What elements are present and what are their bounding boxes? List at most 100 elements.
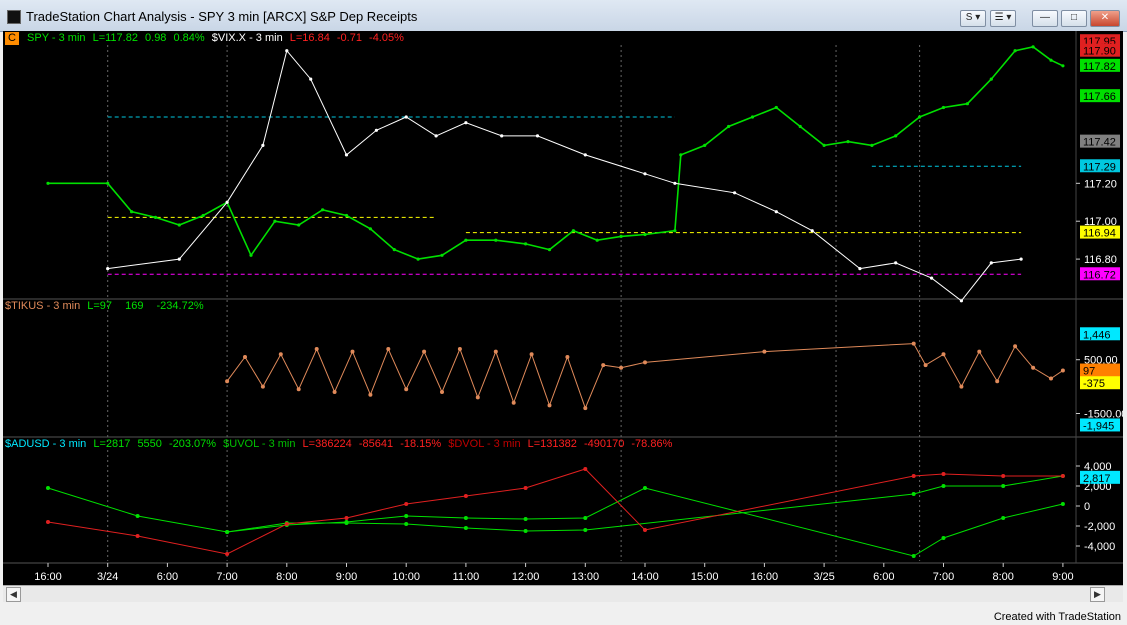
uvol-change: -85641 xyxy=(358,438,394,450)
data-point xyxy=(911,474,916,478)
data-point xyxy=(463,516,468,520)
data-point xyxy=(464,121,468,125)
data-point xyxy=(404,514,409,518)
data-point xyxy=(941,352,946,357)
y-tick-label: 0 xyxy=(1084,501,1090,513)
data-point xyxy=(1061,64,1065,68)
data-point xyxy=(583,528,588,532)
data-point xyxy=(368,227,372,231)
data-point xyxy=(679,153,683,157)
data-point xyxy=(918,115,922,119)
tick-symbol: $TIKUS - 3 min xyxy=(5,300,81,312)
data-point xyxy=(733,191,737,195)
data-point xyxy=(911,554,916,558)
data-point xyxy=(457,347,462,351)
data-point xyxy=(106,267,110,271)
data-point xyxy=(643,360,647,365)
horizontal-scrollbar[interactable]: ◀ ▶ xyxy=(3,585,1123,602)
data-point xyxy=(344,516,349,520)
x-tick-label: 13:00 xyxy=(572,571,600,583)
data-point xyxy=(201,213,205,218)
sync-button[interactable]: S ▾ xyxy=(960,10,986,27)
data-point xyxy=(225,552,230,556)
uvol-last: L=386224 xyxy=(302,438,352,450)
series-line-vixx xyxy=(107,49,1022,302)
data-point xyxy=(46,181,50,185)
x-tick-label: 7:00 xyxy=(216,571,237,583)
x-tick-label: 16:00 xyxy=(34,571,62,583)
series-line-spy xyxy=(48,46,1064,260)
dvol-change: -490170 xyxy=(583,438,625,450)
data-point xyxy=(870,143,874,147)
x-tick-label: 16:00 xyxy=(751,571,779,583)
data-point xyxy=(511,400,516,405)
data-point xyxy=(977,349,982,354)
data-point xyxy=(135,514,140,518)
data-point xyxy=(153,215,158,219)
tick-pct: -234.72% xyxy=(156,300,204,312)
dvol-last: L=131382 xyxy=(527,438,577,450)
data-point xyxy=(392,248,396,252)
close-icon: ✕ xyxy=(1100,12,1110,23)
data-point xyxy=(762,349,767,354)
data-point xyxy=(494,238,498,242)
series-line-uvol xyxy=(227,475,1063,533)
data-point xyxy=(941,536,946,540)
data-point xyxy=(368,392,373,397)
data-point xyxy=(344,521,349,525)
data-point xyxy=(177,257,181,261)
spy-change: 0.98 xyxy=(145,32,167,44)
sync-button-label: S xyxy=(965,12,973,23)
minimize-button[interactable]: — xyxy=(1032,10,1058,27)
x-tick-label: 11:00 xyxy=(453,571,480,583)
data-point xyxy=(249,253,253,257)
series-line-adusd xyxy=(47,487,1064,557)
data-point xyxy=(535,134,540,138)
price-tag-label: 117.66 xyxy=(1083,91,1116,103)
spy-last: L=117.82 xyxy=(92,32,138,44)
data-point xyxy=(440,390,444,394)
data-point xyxy=(673,181,677,185)
minimize-icon: — xyxy=(1040,12,1050,23)
close-button[interactable]: ✕ xyxy=(1090,10,1120,27)
x-tick-label: 14:00 xyxy=(631,571,659,583)
price-tag-label: 117.82 xyxy=(1083,61,1116,73)
data-point xyxy=(1001,484,1006,488)
spy-symbol: SPY - 3 min xyxy=(27,32,86,44)
tick-change: 169 xyxy=(125,300,144,312)
data-point xyxy=(774,210,778,214)
chevron-left-icon: ◀ xyxy=(10,589,17,599)
scroll-right-button[interactable]: ▶ xyxy=(1090,587,1105,602)
data-point xyxy=(1031,365,1036,370)
data-point xyxy=(297,223,301,227)
data-point xyxy=(941,484,946,488)
chart-area[interactable]: 117.20 117.00 116.80 117.95 117.90 117.82 117.… xyxy=(3,31,1123,585)
data-point xyxy=(464,238,468,242)
data-point xyxy=(1031,45,1035,49)
data-point xyxy=(386,347,391,351)
price-tag-label: 116.72 xyxy=(1083,269,1116,281)
y-tick-label: 117.20 xyxy=(1084,178,1117,190)
link-button[interactable]: ☰ ▾ xyxy=(990,10,1016,27)
data-point xyxy=(583,153,587,157)
vix-last: L=16.84 xyxy=(289,32,330,44)
data-point xyxy=(727,124,731,129)
x-tick-label: 9:00 xyxy=(336,571,357,583)
vix-symbol: $VIX.X - 3 min xyxy=(211,32,283,44)
data-point xyxy=(350,349,355,354)
data-point xyxy=(374,128,378,132)
scroll-left-button[interactable]: ◀ xyxy=(6,587,21,602)
data-point xyxy=(177,223,181,227)
data-point xyxy=(601,363,606,368)
data-point xyxy=(314,347,319,351)
data-point xyxy=(404,115,408,119)
data-point xyxy=(547,403,552,408)
vix-change: -0.71 xyxy=(336,32,362,44)
chart-badge[interactable]: C xyxy=(5,32,19,45)
adusd-change: 5550 xyxy=(137,438,162,450)
data-point xyxy=(995,379,1000,384)
app-icon xyxy=(7,10,21,24)
data-point xyxy=(1001,516,1006,520)
window-title: TradeStation Chart Analysis - SPY 3 min … xyxy=(26,9,418,24)
maximize-button[interactable]: □ xyxy=(1061,10,1087,27)
